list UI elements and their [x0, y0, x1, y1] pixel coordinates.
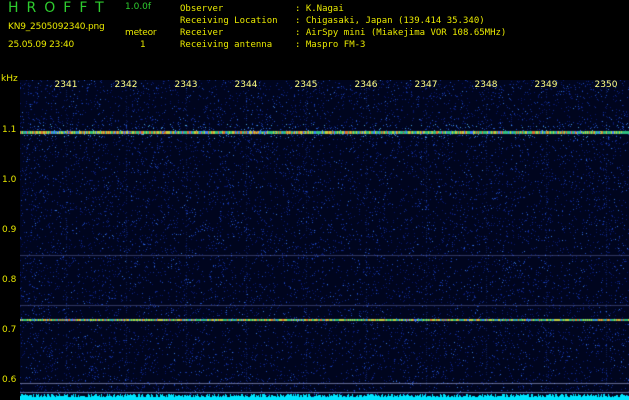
- y-tick-label: 0.6: [2, 375, 17, 385]
- x-tick-label: 2341: [54, 80, 78, 90]
- y-tick-label: 0.8: [2, 275, 17, 285]
- location-label: Receiving Location: [180, 16, 278, 26]
- x-tick-label: 2346: [354, 80, 378, 90]
- location-value: Chigasaki, Japan (139.414 35.340): [295, 16, 485, 26]
- x-tick-label: 2343: [174, 80, 198, 90]
- header-panel: HROFFT 1.0.0f KN9_2505092340.png meteor …: [0, 0, 629, 72]
- x-tick-label: 2349: [534, 80, 558, 90]
- y-tick-label: 1.0: [2, 175, 17, 185]
- y-tick-label: 1.1: [2, 125, 17, 135]
- file-name: KN9_2505092340.png: [8, 22, 105, 32]
- antenna-label: Receiving antenna: [180, 40, 273, 50]
- y-axis-unit-label: kHz: [1, 74, 18, 84]
- observer-value: K.Nagai: [295, 4, 344, 14]
- x-tick-label: 2347: [414, 80, 438, 90]
- x-tick-label: 2348: [474, 80, 498, 90]
- count-value: 1: [140, 40, 146, 50]
- receiver-value: AirSpy mini (Miakejima VOR 108.65MHz): [295, 28, 506, 38]
- app-title: HROFFT: [8, 0, 112, 16]
- date-time: 25.05.09 23:40: [8, 40, 75, 50]
- x-tick-label: 2345: [294, 80, 318, 90]
- x-tick-label: 2350: [594, 80, 618, 90]
- mode-label: meteor: [125, 28, 157, 38]
- receiver-label: Receiver: [180, 28, 224, 38]
- app-version: 1.0.0f: [125, 2, 152, 12]
- x-tick-label: 2342: [114, 80, 138, 90]
- spectrogram-plot: [20, 80, 629, 400]
- y-tick-label: 0.7: [2, 325, 17, 335]
- y-tick-label: 0.9: [2, 225, 17, 235]
- observer-label: Observer: [180, 4, 224, 14]
- x-tick-label: 2344: [234, 80, 258, 90]
- spectrogram-canvas: [20, 80, 629, 400]
- antenna-value: Maspro FM-3: [295, 40, 366, 50]
